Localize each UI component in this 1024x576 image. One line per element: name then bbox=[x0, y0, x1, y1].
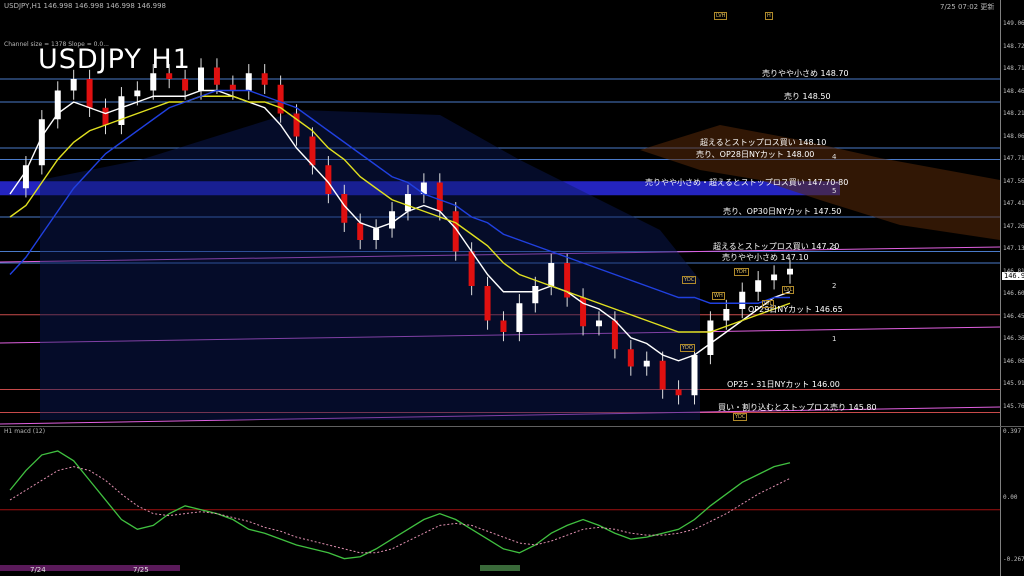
level-label-2: 超えるとストップロス買い 148.10 bbox=[700, 138, 827, 147]
candle-body-24 bbox=[389, 211, 396, 229]
price-tick-15: 146.060 bbox=[1003, 357, 1024, 365]
candle-body-39 bbox=[627, 349, 634, 367]
price-tick-0: 149.060 bbox=[1003, 20, 1024, 27]
candle-body-31 bbox=[500, 320, 507, 332]
tag-4: WH bbox=[712, 292, 725, 300]
candle-body-33 bbox=[532, 286, 539, 304]
price-tick-1: 148.720 bbox=[1003, 42, 1024, 50]
candle-body-37 bbox=[595, 320, 602, 327]
tag-0: LVH bbox=[714, 12, 728, 20]
candle-body-49 bbox=[787, 268, 793, 275]
timestamp: 7/25 07:02 更新 bbox=[940, 3, 995, 11]
candle-body-16 bbox=[261, 73, 268, 85]
candle-body-1 bbox=[22, 165, 29, 189]
level-label-9: OP25・31日NYカット 146.00 bbox=[727, 379, 840, 389]
candle-body-43 bbox=[691, 355, 698, 396]
tag-1: H bbox=[765, 12, 773, 20]
candle-body-48 bbox=[771, 274, 778, 281]
candle-body-8 bbox=[134, 90, 141, 97]
date-bar-2 bbox=[480, 565, 520, 571]
price-tick-13: 146.450 bbox=[1003, 312, 1024, 320]
tag-2: YDC bbox=[682, 276, 697, 284]
candle-body-5 bbox=[86, 79, 93, 108]
macd-tick-2: -0.267 bbox=[1003, 556, 1024, 563]
level-label-1: 売り 148.50 bbox=[784, 92, 831, 101]
macd-label: H1 macd (12) bbox=[4, 428, 46, 435]
panel-divider-full bbox=[0, 426, 1024, 427]
macd-main bbox=[9, 450, 791, 560]
x-label-0: 7/24 bbox=[30, 566, 46, 574]
price-tick-14: 146.360 bbox=[1003, 335, 1024, 342]
candle-body-29 bbox=[468, 251, 475, 286]
channel-number-1: 5 bbox=[832, 187, 837, 195]
candle-body-27 bbox=[436, 182, 443, 212]
level-label-7: 売りやや小さめ 147.10 bbox=[722, 253, 809, 262]
tag-3: YDH bbox=[734, 268, 749, 276]
level-label-0: 売りやや小さめ 148.70 bbox=[762, 69, 849, 78]
level-label-6: 超えるとストップロス買い 147.20 bbox=[713, 241, 840, 251]
chart-title: USDJPY H1 bbox=[38, 44, 191, 75]
cloud-past bbox=[40, 110, 700, 420]
channel-number-2: 3 bbox=[832, 244, 837, 252]
candle-body-40 bbox=[643, 360, 650, 367]
candle-body-4 bbox=[70, 79, 77, 91]
price-tick-10: 147.130 bbox=[1003, 245, 1024, 252]
x-label-1: 7/25 bbox=[133, 566, 149, 574]
price-tick-12: 146.600 bbox=[1003, 290, 1024, 297]
channel-number-0: 4 bbox=[832, 153, 837, 161]
axis-line bbox=[1000, 0, 1001, 576]
date-bar bbox=[0, 565, 180, 571]
chart-canvas bbox=[0, 0, 1024, 576]
candle-body-44 bbox=[707, 320, 714, 355]
candle-body-13 bbox=[213, 67, 220, 85]
price-tick-17: 145.760 bbox=[1003, 402, 1024, 410]
candle-body-14 bbox=[229, 84, 236, 91]
candle-body-32 bbox=[516, 303, 523, 332]
tag-6: YDO bbox=[680, 344, 695, 352]
price-tick-6: 147.710 bbox=[1003, 155, 1024, 162]
candle-body-23 bbox=[373, 228, 380, 240]
level-label-10: 買い・割り込むとストップロス売り 145.80 bbox=[718, 402, 877, 412]
candle-body-34 bbox=[548, 263, 555, 286]
candle-body-47 bbox=[755, 280, 762, 292]
level-label-4: 売りやや小さめ・超えるとストップロス買い 147.70-80 bbox=[645, 178, 849, 188]
channel-number-4: 1 bbox=[832, 335, 837, 343]
price-tick-5: 148.060 bbox=[1003, 132, 1024, 140]
price-tick-7: 147.560 bbox=[1003, 177, 1024, 185]
price-tick-4: 148.210 bbox=[1003, 110, 1024, 117]
price-tick-3: 148.460 bbox=[1003, 87, 1024, 95]
candle-body-11 bbox=[182, 79, 189, 91]
macd-tick-1: 0.00 bbox=[1003, 494, 1018, 501]
macd-panel bbox=[0, 450, 1000, 560]
macd-tick-0: 0.397 bbox=[1003, 428, 1022, 435]
channel-number-3: 2 bbox=[832, 282, 837, 290]
candle-body-12 bbox=[198, 67, 205, 91]
candle-body-45 bbox=[723, 309, 730, 321]
price-tick-16: 145.910 bbox=[1003, 380, 1024, 387]
candle-body-15 bbox=[245, 73, 252, 91]
candle-body-9 bbox=[150, 73, 157, 91]
ichimoku-cloud bbox=[40, 110, 1000, 420]
candle-body-22 bbox=[357, 222, 364, 240]
candle-body-3 bbox=[54, 90, 61, 120]
price-tick-9: 147.260 bbox=[1003, 222, 1024, 230]
candle-body-25 bbox=[404, 194, 411, 212]
tag-8: YDC bbox=[733, 413, 748, 421]
tag-5: LVL bbox=[782, 286, 795, 294]
candle-body-6 bbox=[102, 107, 109, 125]
price-tick-11: 146.810 bbox=[1003, 267, 1024, 275]
candle-body-41 bbox=[659, 360, 666, 390]
candle-body-42 bbox=[675, 389, 682, 396]
symbol-line: USDJPY,H1 146.998 146.998 146.998 146.99… bbox=[4, 2, 166, 10]
price-tick-2: 148.710 bbox=[1003, 65, 1024, 72]
candle-body-38 bbox=[611, 320, 618, 350]
candle-body-30 bbox=[484, 286, 491, 321]
candle-body-19 bbox=[309, 136, 316, 166]
tag-7: LVL bbox=[762, 300, 775, 308]
candle-body-46 bbox=[739, 291, 746, 309]
price-tick-8: 147.410 bbox=[1003, 200, 1024, 207]
level-label-5: 売り、OP30日NYカット 147.50 bbox=[723, 207, 842, 216]
level-label-3: 売り、OP28日NYカット 148.00 bbox=[696, 149, 815, 159]
